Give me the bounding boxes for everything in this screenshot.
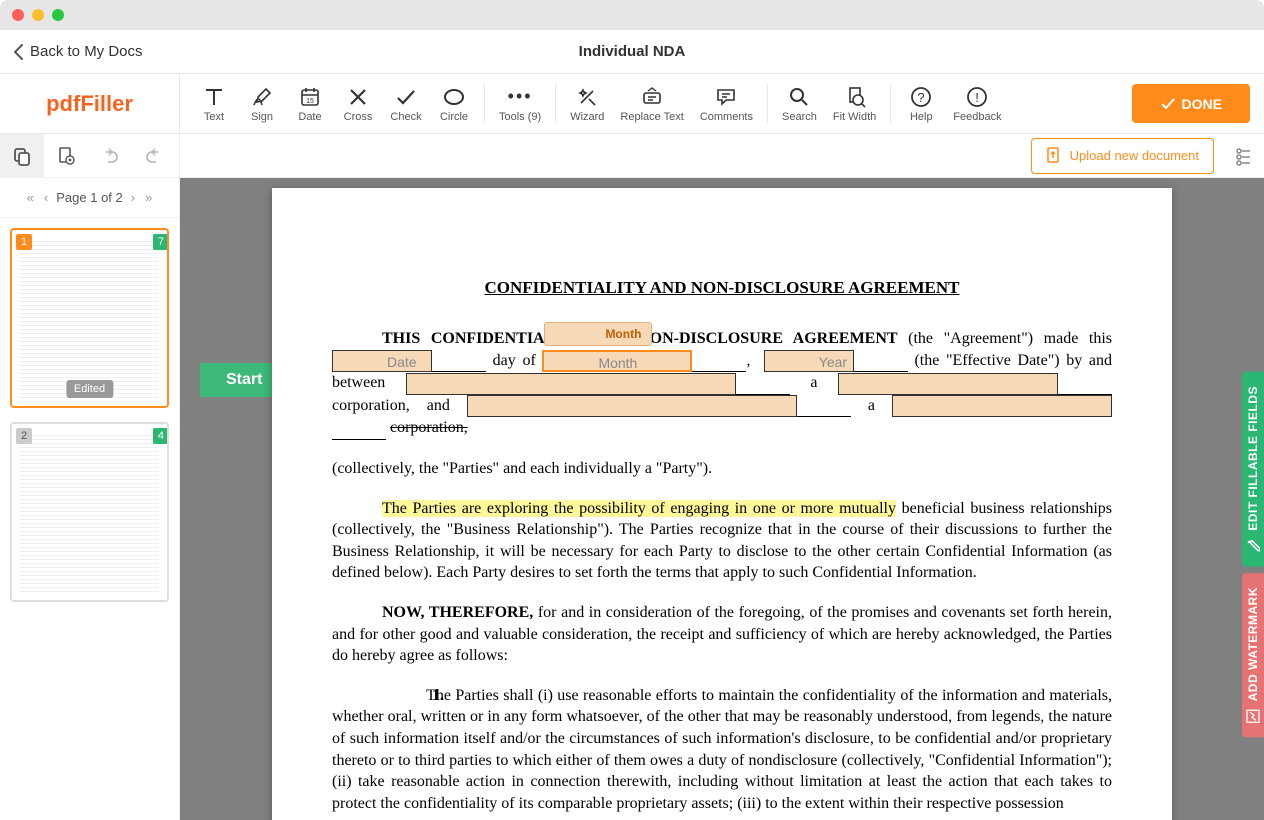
page-gear-icon xyxy=(56,146,76,166)
edit-fillable-fields-tab[interactable]: EDIT FILLABLE FIELDS xyxy=(1242,372,1264,567)
page-last-button[interactable]: » xyxy=(143,190,154,205)
back-icon xyxy=(14,44,24,60)
highlighted-text: The Parties are exploring the possibilit… xyxy=(382,500,896,517)
comment-icon xyxy=(714,85,738,109)
toolbar: pdfFiller Text Sign 15Date Cross Check C… xyxy=(0,74,1264,134)
more-icon: ••• xyxy=(508,85,533,109)
field-party2-name[interactable] xyxy=(467,395,797,417)
separator xyxy=(890,84,891,123)
undo-button[interactable] xyxy=(88,134,132,178)
tool-check[interactable]: Check xyxy=(382,81,430,127)
pages-panel-button[interactable] xyxy=(0,134,44,178)
window-zoom-icon[interactable] xyxy=(52,9,64,21)
svg-text:?: ? xyxy=(918,90,925,105)
field-year[interactable]: Year xyxy=(764,350,854,372)
tool-tools[interactable]: •••Tools (9) xyxy=(491,81,549,127)
tool-sign[interactable]: Sign xyxy=(238,81,286,127)
tool-comments[interactable]: Comments xyxy=(692,81,761,127)
item1-number: 1. xyxy=(382,685,422,707)
thumbnail-page-1[interactable]: 1 7 Edited xyxy=(10,228,169,408)
window-chrome xyxy=(0,0,1264,30)
feedback-icon: ! xyxy=(965,85,989,109)
document-heading: CONFIDENTIALITY AND NON-DISCLOSURE AGREE… xyxy=(332,278,1112,298)
tool-wizard[interactable]: Wizard xyxy=(562,81,612,127)
upload-new-document-button[interactable]: Upload new document xyxy=(1031,138,1214,174)
tool-circle[interactable]: Circle xyxy=(430,81,478,127)
replace-icon xyxy=(640,85,664,109)
tool-help[interactable]: ?Help xyxy=(897,81,945,127)
page-next-button[interactable]: › xyxy=(129,190,137,205)
redo-icon xyxy=(144,146,164,166)
now-therefore-lead: NOW, THEREFORE, xyxy=(382,604,533,621)
struck-text: corporation, xyxy=(390,419,468,436)
search-icon xyxy=(787,85,811,109)
check-icon xyxy=(394,85,418,109)
subtoolbar: Upload new document xyxy=(0,134,1264,178)
done-button[interactable]: DONE xyxy=(1132,84,1250,123)
page-settings-button[interactable] xyxy=(44,134,88,178)
tool-replace[interactable]: Replace Text xyxy=(612,81,691,127)
back-button[interactable]: Back to My Docs xyxy=(0,43,157,60)
tool-cross[interactable]: Cross xyxy=(334,81,382,127)
sidebar: « ‹ Page 1 of 2 › » 1 7 Edited 2 4 xyxy=(0,178,180,820)
field-party2-state[interactable] xyxy=(892,395,1112,417)
parties-paragraph: (collectively, the "Parties" and each in… xyxy=(332,458,1112,480)
view-settings-button[interactable] xyxy=(1224,146,1264,166)
pages-icon xyxy=(12,146,32,166)
add-watermark-tab[interactable]: ADD WATERMARK xyxy=(1242,573,1264,737)
cross-icon xyxy=(346,85,370,109)
tool-text[interactable]: Text xyxy=(190,81,238,127)
separator xyxy=(767,84,768,123)
document-page: CONFIDENTIALITY AND NON-DISCLOSURE AGREE… xyxy=(272,188,1172,820)
tool-feedback[interactable]: !Feedback xyxy=(945,81,1009,127)
tool-date[interactable]: 15Date xyxy=(286,81,334,127)
window-close-icon[interactable] xyxy=(12,9,24,21)
text-icon xyxy=(202,85,226,109)
undo-icon xyxy=(100,146,120,166)
thumbnail-page-2[interactable]: 2 4 xyxy=(10,422,169,602)
separator xyxy=(555,84,556,123)
document-body: THIS CONFIDENTIALITY AND NON-DISCLOSURE … xyxy=(332,328,1112,814)
svg-text:!: ! xyxy=(976,90,980,105)
paginator: « ‹ Page 1 of 2 › » xyxy=(0,178,179,218)
separator xyxy=(484,84,485,123)
fitwidth-icon xyxy=(843,85,867,109)
side-tabs: EDIT FILLABLE FIELDS ADD WATERMARK xyxy=(1242,372,1264,737)
check-icon xyxy=(1160,96,1176,112)
field-party1-state[interactable] xyxy=(838,373,1058,395)
page-prev-button[interactable]: ‹ xyxy=(42,190,50,205)
field-date[interactable]: Date xyxy=(332,350,432,372)
document-canvas[interactable]: Start CONFIDENTIALITY AND NON-DISCLOSURE… xyxy=(180,178,1264,820)
field-month-tooltip: Month xyxy=(544,322,652,346)
watermark-icon xyxy=(1246,709,1260,723)
window-minimize-icon[interactable] xyxy=(32,9,44,21)
field-party1-name[interactable] xyxy=(406,373,736,395)
tool-search[interactable]: Search xyxy=(774,81,825,127)
document-title: Individual NDA xyxy=(579,43,686,60)
page-indicator: Page 1 of 2 xyxy=(56,190,123,205)
sliders-icon xyxy=(1234,146,1254,166)
help-icon: ? xyxy=(909,85,933,109)
sign-icon xyxy=(250,85,274,109)
field-month[interactable]: Month Month xyxy=(542,350,692,372)
circle-icon xyxy=(442,85,466,109)
edit-icon xyxy=(1246,539,1260,553)
svg-text:15: 15 xyxy=(306,98,314,105)
back-label: Back to My Docs xyxy=(30,43,143,60)
tool-fitwidth[interactable]: Fit Width xyxy=(825,81,884,127)
wizard-icon xyxy=(575,85,599,109)
page-first-button[interactable]: « xyxy=(25,190,36,205)
logo: pdfFiller xyxy=(0,74,180,133)
thumbnail-list: 1 7 Edited 2 4 xyxy=(0,218,179,820)
calendar-icon: 15 xyxy=(298,85,322,109)
header-bar: Back to My Docs Individual NDA xyxy=(0,30,1264,74)
redo-button[interactable] xyxy=(132,134,176,178)
upload-icon xyxy=(1046,147,1062,165)
